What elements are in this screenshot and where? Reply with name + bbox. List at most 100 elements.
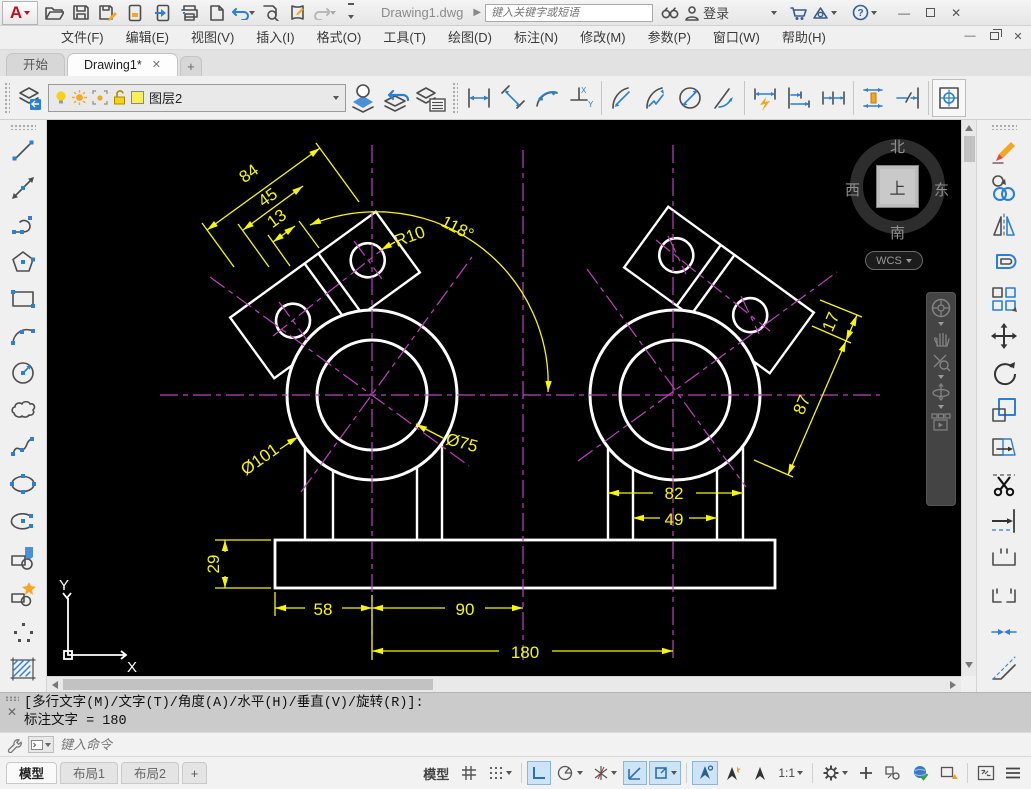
showmotion-icon[interactable] [930,412,952,432]
hatch-tool-icon[interactable] [3,650,43,687]
arc-tool-icon[interactable] [3,317,43,354]
help-chevron-icon[interactable] [871,11,877,15]
help-icon[interactable]: ? [849,2,871,24]
command-window-grip[interactable] [5,696,19,701]
stretch-tool-icon[interactable] [984,428,1024,465]
layer-thaw-sun-icon[interactable] [72,90,87,105]
workspace-gear-icon[interactable] [818,761,852,785]
rotate-tool-icon[interactable] [984,354,1024,391]
dim-ordinate-icon[interactable]: XY [564,79,598,117]
polar-tracking-toggle-icon[interactable] [553,761,587,785]
object-snap-toggle-icon[interactable] [649,761,681,785]
navbar-chevron-icon[interactable] [938,322,944,326]
layer-select-chevron-icon[interactable] [333,96,339,100]
command-prompt-icon[interactable] [28,736,54,753]
viewcube-east-label[interactable]: 东 [934,179,949,200]
tab-start[interactable]: 开始 [6,53,65,76]
annotation-scale-value[interactable]: 1:1 [774,761,807,785]
object-snap-tracking-toggle-icon[interactable] [623,761,647,785]
dim-angular-icon[interactable] [707,79,741,117]
insert-block-tool-icon[interactable] [3,539,43,576]
extend-tool-icon[interactable] [984,502,1024,539]
snap-toggle-icon[interactable] [484,761,516,785]
command-input[interactable] [60,737,360,752]
center-mark-icon[interactable] [932,79,966,117]
dim-radius-icon[interactable] [605,79,639,117]
open-icon[interactable] [42,2,66,24]
annotation-visibility-icon[interactable] [692,761,718,785]
app-store-icon[interactable] [787,2,809,24]
construction-line-tool-icon[interactable] [3,169,43,206]
dim-space-icon[interactable] [857,79,891,117]
erase-tool-icon[interactable] [984,132,1024,169]
plot-icon[interactable] [177,2,201,24]
spline-tool-icon[interactable] [3,428,43,465]
dim-aligned-icon[interactable] [496,79,530,117]
viewcube-south-label[interactable]: 南 [890,222,905,243]
scale-tool-icon[interactable] [984,391,1024,428]
dim-quick-icon[interactable] [748,79,782,117]
dim-baseline-icon[interactable] [782,79,816,117]
dim-linear-icon[interactable] [462,79,496,117]
zoom-icon[interactable] [931,352,951,372]
window-maximize-button[interactable] [917,3,943,23]
menu-draw[interactable]: 绘图(D) [437,26,503,50]
navbar-chevron-icon[interactable] [938,405,944,409]
menu-file[interactable]: 文件(F) [50,26,115,50]
menu-insert[interactable]: 插入(I) [245,26,305,50]
menu-modify[interactable]: 修改(M) [569,26,637,50]
horizontal-scrollbar[interactable] [47,676,961,692]
trim-tool-icon[interactable] [984,465,1024,502]
layout-tab-layout1[interactable]: 布局1 [60,762,118,784]
search-icon[interactable] [659,2,681,24]
isodraft-toggle-icon[interactable] [589,761,621,785]
a360-icon[interactable] [809,2,831,24]
pan-hand-icon[interactable] [931,329,951,349]
search-input[interactable] [485,4,653,22]
sheet-set-icon[interactable] [285,2,309,24]
layer-states-icon[interactable] [414,79,448,117]
annotation-scale-icon[interactable] [748,761,772,785]
grid-toggle-icon[interactable] [456,761,482,785]
model-space-toggle[interactable]: 模型 [418,764,454,783]
customization-plus-icon[interactable] [854,761,878,785]
polygon-tool-icon[interactable] [3,243,43,280]
dim-arc-length-icon[interactable] [530,79,564,117]
command-window-close-icon[interactable]: ✕ [7,705,17,719]
layer-on-bulb-icon[interactable] [55,90,67,105]
scroll-right-icon[interactable] [950,681,956,689]
undo-icon[interactable] [231,2,255,24]
tab-add-button[interactable]: + [180,56,202,76]
scroll-left-icon[interactable] [52,681,58,689]
user-icon[interactable] [681,2,703,24]
doc-close-button[interactable]: ✕ [1009,28,1027,44]
plot-preview-icon[interactable] [258,2,282,24]
toolbar-grip[interactable] [10,124,36,130]
layer-viewport-icon[interactable] [92,90,108,105]
ellipse-tool-icon[interactable] [3,465,43,502]
viewcube-west-label[interactable]: 西 [845,179,860,200]
menu-view[interactable]: 视图(V) [180,26,245,50]
revision-cloud-tool-icon[interactable] [3,391,43,428]
viewcube-top-face[interactable]: 上 [876,165,919,208]
dim-jogged-icon[interactable] [639,79,673,117]
break-at-point-tool-icon[interactable] [984,576,1024,613]
layout-tab-add-button[interactable]: + [182,762,207,784]
circle-tool-icon[interactable] [3,354,43,391]
doc-minimize-button[interactable]: — [961,28,979,44]
dim-diameter-icon[interactable] [673,79,707,117]
steering-wheel-icon[interactable] [930,297,952,319]
viewcube[interactable]: 北 西 东 南 上 [850,139,945,234]
polyline-tool-icon[interactable] [3,206,43,243]
customize-qat-icon[interactable] [339,2,363,24]
array-tool-icon[interactable] [984,280,1024,317]
signin-label[interactable]: 登录 [703,3,729,22]
layer-color-swatch[interactable] [131,91,144,104]
window-minimize-button[interactable]: — [891,3,917,23]
menu-edit[interactable]: 编辑(E) [115,26,180,50]
layout-tab-model[interactable]: 模型 [6,762,57,784]
toolbar-grip[interactable] [452,82,458,114]
tab-drawing1[interactable]: Drawing1* ✕ [67,53,178,76]
graphics-performance-icon[interactable] [908,761,934,785]
line-tool-icon[interactable] [3,132,43,169]
